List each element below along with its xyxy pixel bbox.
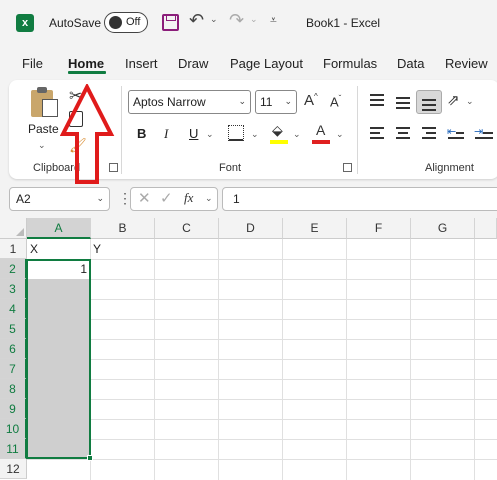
paste-icon[interactable] — [31, 87, 59, 117]
row-header-6[interactable]: 6 — [0, 339, 27, 359]
row-header-3[interactable]: 3 — [0, 279, 27, 299]
active-tab-indicator — [68, 71, 106, 74]
font-color-icon[interactable]: A — [316, 122, 325, 138]
chevron-down-icon: ⌄ — [238, 96, 246, 106]
paste-dropdown-icon[interactable]: ⌄ — [38, 140, 46, 151]
underline-dropdown-icon[interactable]: ⌄ — [206, 129, 214, 140]
fill-color-icon[interactable]: ⬙ — [272, 122, 283, 139]
chevron-down-icon: ⌄ — [96, 193, 104, 203]
enter-icon[interactable]: ✓ — [160, 189, 173, 207]
document-title: Book1 - Excel — [306, 16, 381, 30]
excel-window: { "titlebar": { "app_icon_letter": "x", … — [0, 0, 497, 480]
function-dropdown-icon[interactable]: ⌄ — [205, 193, 213, 204]
toggle-knob — [109, 16, 122, 29]
row-header-2[interactable]: 2 — [0, 259, 27, 279]
cancel-icon[interactable]: ✕ — [138, 189, 151, 207]
column-header-d[interactable]: D — [219, 218, 283, 239]
underline-button[interactable]: U — [189, 126, 198, 141]
fill-handle[interactable] — [87, 455, 93, 461]
formula-value: 1 — [233, 192, 240, 206]
undo-dropdown-icon[interactable]: ⌄ — [210, 14, 218, 25]
font-name-dropdown[interactable]: Aptos Narrow ⌄ — [128, 90, 251, 114]
column-header-e[interactable]: E — [283, 218, 347, 239]
fill-color-dropdown-icon[interactable]: ⌄ — [293, 129, 301, 140]
row-header-5[interactable]: 5 — [0, 319, 27, 339]
fill-color-swatch — [270, 140, 288, 144]
name-box-value: A2 — [16, 192, 31, 206]
selection-border — [26, 259, 91, 459]
font-color-swatch — [312, 140, 330, 144]
bold-button[interactable]: B — [137, 126, 146, 141]
italic-button[interactable]: I — [164, 126, 168, 142]
excel-logo-icon: x — [16, 14, 34, 32]
column-header-a[interactable]: A — [27, 218, 91, 239]
column-header-g[interactable]: G — [411, 218, 475, 239]
redo-icon[interactable]: ↷ — [229, 10, 244, 31]
autosave-label: AutoSave — [49, 16, 102, 30]
group-divider — [121, 86, 122, 174]
red-arrow-annotation-icon — [60, 84, 115, 184]
customize-quick-access-icon[interactable]: ⩡ — [270, 13, 277, 28]
orientation-dropdown-icon[interactable]: ⌄ — [466, 96, 474, 107]
cell-a1[interactable]: X — [30, 240, 38, 259]
borders-icon[interactable] — [228, 125, 244, 141]
row-header-11[interactable]: 11 — [0, 439, 27, 459]
save-icon[interactable] — [162, 14, 179, 31]
paste-button-label[interactable]: Paste — [28, 122, 59, 136]
row-header-1[interactable]: 1 — [0, 239, 27, 259]
row-header-7[interactable]: 7 — [0, 359, 27, 379]
chevron-down-icon: ⌄ — [284, 96, 292, 106]
select-all-button[interactable] — [0, 218, 27, 239]
row-header-4[interactable]: 4 — [0, 299, 27, 319]
cell-b1[interactable]: Y — [93, 240, 101, 259]
font-size-value: 11 — [260, 95, 273, 109]
tab-review[interactable]: Review — [445, 56, 488, 71]
tab-formulas[interactable]: Formulas — [323, 56, 377, 71]
name-box[interactable]: A2 ⌄ — [9, 187, 110, 211]
row-header-8[interactable]: 8 — [0, 379, 27, 399]
group-divider — [357, 86, 358, 174]
redo-dropdown-icon[interactable]: ⌄ — [250, 14, 258, 25]
autosave-state: Off — [126, 16, 141, 28]
orientation-icon[interactable]: ⇗ — [447, 91, 460, 109]
tab-file[interactable]: File — [22, 56, 43, 71]
tab-data[interactable]: Data — [397, 56, 424, 71]
column-header-f[interactable]: F — [347, 218, 411, 239]
column-header-h[interactable] — [475, 218, 497, 239]
tab-page-layout[interactable]: Page Layout — [230, 56, 303, 71]
alignment-group-label: Alignment — [425, 162, 474, 174]
tab-draw[interactable]: Draw — [178, 56, 208, 71]
font-name-value: Aptos Narrow — [133, 95, 206, 109]
borders-dropdown-icon[interactable]: ⌄ — [251, 129, 259, 140]
font-size-dropdown[interactable]: 11 ⌄ — [255, 90, 297, 114]
autosave-toggle[interactable]: Off — [104, 12, 148, 33]
insert-function-icon[interactable]: fx — [184, 190, 193, 206]
font-launcher-icon[interactable] — [343, 163, 352, 172]
column-header-b[interactable]: B — [91, 218, 155, 239]
font-group-label: Font — [219, 162, 242, 174]
row-header-12[interactable]: 12 — [0, 459, 27, 479]
tab-insert[interactable]: Insert — [125, 56, 158, 71]
row-header-10[interactable]: 10 — [0, 419, 27, 439]
formula-input[interactable]: 1 — [222, 187, 497, 211]
decrease-font-size-icon[interactable]: Aˇ — [330, 94, 341, 109]
title-bar: x AutoSave Off ↶ ⌄ ↷ ⌄ ⩡ Book1 - Excel — [0, 0, 497, 48]
column-header-c[interactable]: C — [155, 218, 219, 239]
increase-font-size-icon[interactable]: A^ — [304, 92, 318, 109]
undo-icon[interactable]: ↶ — [189, 10, 204, 31]
row-header-9[interactable]: 9 — [0, 399, 27, 419]
tab-home[interactable]: Home — [68, 56, 104, 71]
font-color-dropdown-icon[interactable]: ⌄ — [336, 129, 344, 140]
